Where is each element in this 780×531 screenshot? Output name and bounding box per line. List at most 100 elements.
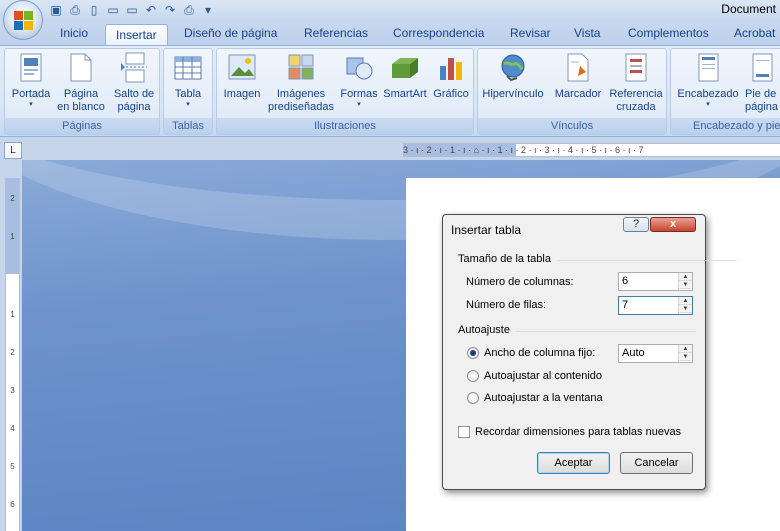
group-ilustraciones: Imagen Imágenes prediseñadas Formas ▾ Smar… [216, 48, 474, 135]
autofit-content-radio[interactable] [467, 370, 479, 382]
chart-icon [436, 52, 466, 84]
tab-diseno[interactable]: Diseño de página [184, 26, 277, 40]
title-bar: ▣ ⎙ ▯ ▭ ▭ ↶ ↷ ⎙ ▾ Document [0, 0, 780, 22]
pagina-en-blanco-button[interactable]: Página en blanco [55, 52, 107, 114]
new-document-icon[interactable]: ▯ [86, 2, 102, 18]
ribbon-tab-bar: Inicio Insertar Diseño de página Referen… [0, 22, 780, 47]
imagenes-prediseniadas-button[interactable]: Imágenes prediseñadas [265, 52, 337, 114]
group-label-paginas: Páginas [5, 118, 159, 134]
close-button[interactable]: x [650, 217, 696, 232]
cover-page-icon [16, 52, 46, 84]
help-button[interactable]: ? [623, 217, 649, 232]
print-preview-icon[interactable]: ⎙ [67, 2, 83, 18]
chevron-up-icon: ▲ [679, 345, 692, 353]
smartart-button[interactable]: SmartArt [381, 52, 429, 101]
blank-page-icon [66, 52, 96, 84]
autofit-window-radio[interactable] [467, 392, 479, 404]
group-vinculos: Hipervínculo Marcador Referencia cruzada … [477, 48, 667, 135]
print-icon[interactable]: ⎙ [181, 2, 197, 18]
tab-complementos[interactable]: Complementos [628, 26, 709, 40]
columns-label: Número de columnas: [466, 276, 574, 288]
tab-revisar[interactable]: Revisar [510, 26, 551, 40]
rows-stepper[interactable]: 7 ▲ ▼ [618, 296, 693, 315]
vruler-mark: 5 [10, 462, 15, 471]
tab-insertar[interactable]: Insertar [105, 24, 168, 47]
save-icon[interactable]: ▣ [48, 2, 64, 18]
insert-table-dialog: Insertar tabla ? x Tamaño de la tabla Nú… [442, 214, 737, 490]
grafico-button[interactable]: Gráfico [429, 52, 473, 101]
vruler-mark: 2 [10, 194, 15, 203]
group-tablas: Tabla ▾ Tablas [163, 48, 213, 135]
chevron-up-icon: ▲ [679, 273, 692, 281]
salto-de-pagina-button[interactable]: Salto de página [109, 52, 159, 114]
remember-checkbox[interactable] [458, 426, 470, 438]
table-icon [173, 52, 203, 84]
window-title: Document [721, 2, 776, 16]
picture-icon [227, 52, 257, 84]
vruler-mark: 1 [10, 232, 15, 241]
horizontal-ruler-ticks: 3 · ı · 2 · ı · 1 · ı · ⌂ · ı · 1 · ı · … [403, 145, 644, 155]
group-label-vinculos: Vínculos [478, 118, 666, 134]
columns-value[interactable]: 6 [622, 275, 628, 287]
formas-button[interactable]: Formas ▾ [337, 52, 381, 109]
ok-button[interactable]: Aceptar [537, 452, 610, 474]
vruler-mark: 6 [10, 500, 15, 509]
encabezado-button[interactable]: Encabezado ▾ [673, 52, 743, 109]
vruler-mark: 2 [10, 348, 15, 357]
tab-vista[interactable]: Vista [574, 26, 600, 40]
columns-stepper-arrows[interactable]: ▲ ▼ [678, 273, 692, 290]
dialog-title: Insertar tabla [451, 223, 522, 237]
hyperlink-icon [498, 52, 528, 84]
fixed-width-stepper-arrows[interactable]: ▲ ▼ [678, 345, 692, 362]
autofit-window-label[interactable]: Autoajustar a la ventana [484, 392, 603, 404]
customize-qat-icon[interactable]: ▾ [200, 2, 216, 18]
office-button[interactable] [3, 0, 43, 40]
fixed-width-value[interactable]: Auto [622, 347, 645, 359]
header-icon [693, 52, 723, 84]
chevron-down-icon: ▼ [679, 305, 692, 313]
tab-correspondencia[interactable]: Correspondencia [393, 26, 484, 40]
group-label-encabezado: Encabezado y pie [671, 118, 780, 134]
smartart-icon [390, 52, 420, 84]
fixed-width-label[interactable]: Ancho de columna fijo: [484, 347, 595, 359]
redo-icon[interactable]: ↷ [162, 2, 178, 18]
chevron-up-icon: ▲ [679, 297, 692, 305]
vertical-ruler[interactable]: 2 1 1 2 3 4 5 6 [5, 178, 20, 531]
office-logo-icon [14, 11, 34, 31]
clipart-icon [286, 52, 316, 84]
referencia-cruzada-button[interactable]: Referencia cruzada [606, 52, 666, 114]
cancel-button[interactable]: Cancelar [620, 452, 693, 474]
vruler-mark: 3 [10, 386, 15, 395]
portada-button[interactable]: Portada ▾ [7, 52, 55, 109]
pie-de-pagina-button[interactable]: Pie de página [745, 52, 780, 114]
rows-value[interactable]: 7 [622, 299, 628, 311]
columns-stepper[interactable]: 6 ▲ ▼ [618, 272, 693, 291]
shapes-icon [344, 52, 374, 84]
group-paginas: Portada ▾ Página en blanco Salto de página … [4, 48, 160, 135]
bookmark-icon [563, 52, 593, 84]
tab-selector[interactable]: L [4, 142, 22, 159]
tabla-button[interactable]: Tabla ▾ [166, 52, 210, 109]
fixed-width-stepper[interactable]: Auto ▲ ▼ [618, 344, 693, 363]
vertical-ruler-margin [6, 178, 19, 274]
open-folder-icon[interactable]: ▭ [105, 2, 121, 18]
horizontal-ruler[interactable]: 3 · ı · 2 · ı · 1 · ı · ⌂ · ı · 1 · ı · … [403, 143, 780, 157]
undo-icon[interactable]: ↶ [143, 2, 159, 18]
open-folder2-icon[interactable]: ▭ [124, 2, 140, 18]
vruler-mark: 4 [10, 424, 15, 433]
footer-icon [747, 52, 777, 84]
rows-stepper-arrows[interactable]: ▲ ▼ [678, 297, 692, 314]
remember-label[interactable]: Recordar dimensiones para tablas nuevas [475, 426, 681, 438]
ribbon: Portada ▾ Página en blanco Salto de página … [0, 45, 780, 137]
imagen-button[interactable]: Imagen [219, 52, 265, 101]
hipervinculo-button[interactable]: Hipervínculo [480, 52, 546, 101]
tab-inicio[interactable]: Inicio [60, 26, 88, 40]
marcador-button[interactable]: Marcador [550, 52, 606, 101]
tab-referencias[interactable]: Referencias [304, 26, 368, 40]
quick-access-toolbar: ▣ ⎙ ▯ ▭ ▭ ↶ ↷ ⎙ ▾ [48, 2, 216, 18]
autofit-content-label[interactable]: Autoajustar al contenido [484, 370, 602, 382]
fixed-width-radio[interactable] [467, 347, 479, 359]
page-break-icon [119, 52, 149, 84]
tab-acrobat[interactable]: Acrobat [734, 26, 775, 40]
vruler-mark: 1 [10, 310, 15, 319]
